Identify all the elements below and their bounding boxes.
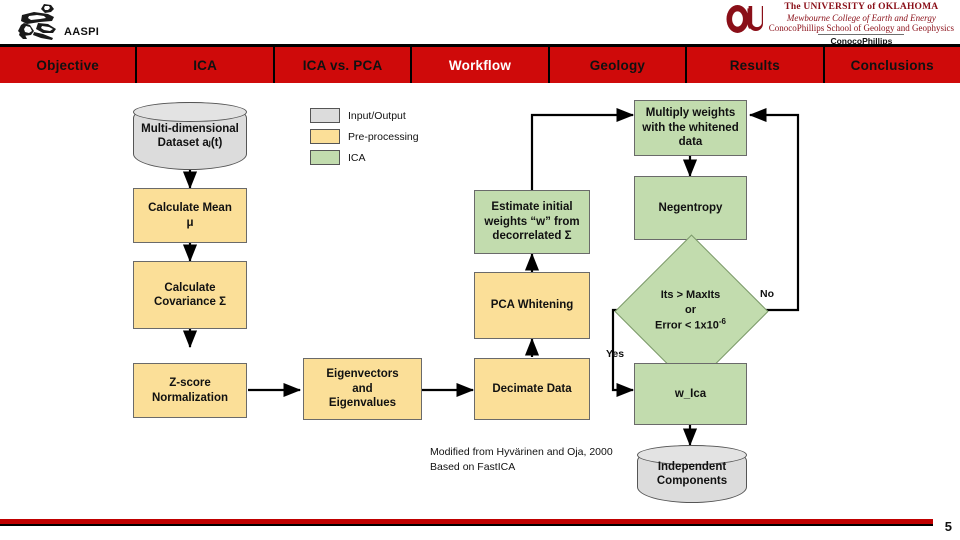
diagram-legend: Input/Output Pre-processing ICA — [310, 108, 419, 171]
node-text: Eigenvectors and Eigenvalues — [326, 368, 399, 410]
slide-header: AASPI The UNIVERSITY of OKLAHOMA Mewbour… — [0, 0, 960, 46]
credit-line-1: Modified from Hyvärinen and Oja, 2000 — [430, 446, 613, 458]
node-text: Calculate Mean μ — [148, 202, 232, 229]
node-text: Multiply weights with the whitened data — [642, 107, 739, 149]
node-eigenvectors-eigenvalues: Eigenvectors and Eigenvalues — [303, 358, 422, 420]
aaspi-figure-logo — [18, 4, 56, 40]
node-pca-whitening: PCA Whitening — [474, 272, 590, 339]
decision-line3: Error < 1x10 — [654, 319, 719, 332]
node-text: Z-score Normalization — [151, 377, 229, 404]
page-number: 5 — [944, 519, 952, 534]
college-name: Mewbourne College of Earth and Energy — [786, 12, 936, 23]
node-calculate-mean: Calculate Mean μ — [133, 188, 247, 243]
node-text: Calculate Covariance Σ — [153, 281, 227, 308]
legend-label-io: Input/Output — [348, 109, 406, 122]
nav-item-geology[interactable]: Geology — [550, 47, 688, 83]
node-independent-components: Independent Components — [637, 445, 747, 503]
diagram-credit: Modified from Hyvärinen and Oja, 2000 Ba… — [430, 445, 613, 475]
node-w-ica: w_Ica — [634, 363, 747, 425]
nav-item-ica[interactable]: ICA — [137, 47, 275, 83]
node-text: PCA Whitening — [490, 299, 574, 312]
decision-text: Its > MaxIts or Error < 1x10-6 — [637, 257, 744, 364]
footer-accent-bar — [0, 519, 933, 526]
node-multidimensional-dataset: Multi-dimensional Dataset aⱼ(t) — [133, 102, 247, 170]
workflow-diagram: Input/Output Pre-processing ICA Multi-di… — [0, 80, 960, 503]
legend-label-ica: ICA — [348, 151, 366, 164]
legend-swatch-preprocessing — [310, 129, 340, 144]
node-text: Decimate Data — [492, 382, 572, 395]
nav-item-results[interactable]: Results — [687, 47, 825, 83]
node-text: w_Ica — [674, 387, 707, 400]
node-zscore-normalization: Z-score Normalization — [133, 363, 247, 418]
nav-item-ica-vs-pca[interactable]: ICA vs. PCA — [275, 47, 413, 83]
credit-line-2: Based on FastICA — [430, 461, 516, 474]
section-navigation-bar[interactable]: Objective ICA ICA vs. PCA Workflow Geology Re… — [0, 44, 960, 83]
nav-item-conclusions[interactable]: Conclusions — [825, 47, 960, 83]
ou-branding: The UNIVERSITY of OKLAHOMA Mewbourne Col… — [725, 1, 954, 46]
node-convergence-decision: Its > MaxIts or Error < 1x10-6 — [614, 234, 769, 389]
legend-item-input-output: Input/Output — [310, 108, 419, 123]
decision-line1: Its > MaxIts — [660, 289, 721, 302]
legend-item-preprocessing: Pre-processing — [310, 129, 419, 144]
node-text: Negentropy — [658, 201, 723, 214]
edge-label-no: No — [760, 288, 774, 300]
node-negentropy: Negentropy — [634, 176, 747, 240]
node-text: Estimate initial weights “w” from decorrel… — [484, 201, 580, 243]
legend-label-preprocessing: Pre-processing — [348, 130, 419, 143]
nav-item-objective[interactable]: Objective — [0, 47, 138, 83]
edge-label-yes: Yes — [606, 348, 625, 360]
node-multiply-weights: Multiply weights with the whitened data — [634, 100, 747, 156]
nav-item-workflow[interactable]: Workflow — [412, 47, 550, 83]
node-calculate-covariance: Calculate Covariance Σ — [133, 261, 247, 329]
university-name: The UNIVERSITY of OKLAHOMA — [784, 2, 939, 12]
node-text: Independent Components — [656, 460, 728, 487]
decision-exponent: -6 — [718, 316, 727, 326]
legend-item-ica: ICA — [310, 150, 419, 165]
legend-swatch-ica — [310, 150, 340, 165]
decision-line2: or — [685, 303, 696, 316]
node-estimate-initial-weights: Estimate initial weights “w” from decorrel… — [474, 190, 590, 254]
node-decimate-data: Decimate Data — [474, 358, 590, 420]
node-text: Multi-dimensional Dataset aⱼ(t) — [141, 122, 239, 149]
ou-monogram-icon — [726, 5, 763, 33]
legend-swatch-io — [310, 108, 340, 123]
school-name: ConocoPhillips School of Geology and Geo… — [768, 22, 954, 33]
aaspi-label: AASPI — [64, 26, 100, 38]
